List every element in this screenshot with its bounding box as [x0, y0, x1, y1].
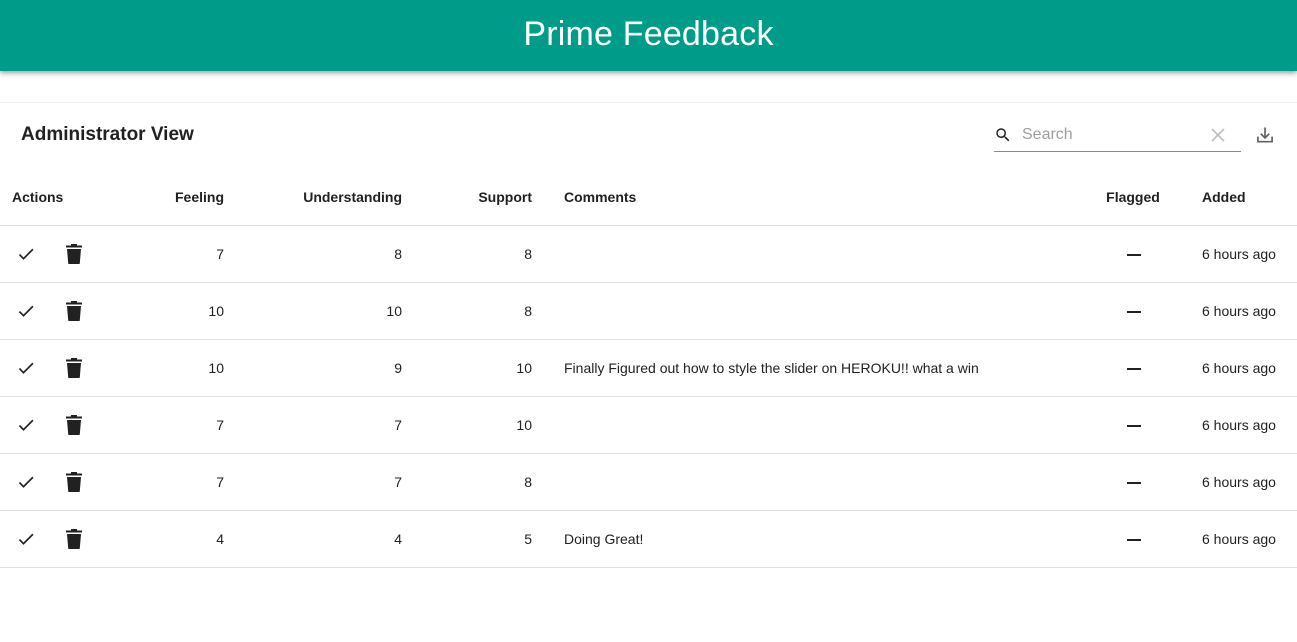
comments-cell: [532, 453, 1064, 511]
added-cell: 6 hours ago: [1202, 396, 1297, 454]
delete-icon[interactable]: [65, 358, 83, 378]
understanding-cell: 7: [224, 396, 402, 454]
not-flagged-dash-icon: [1127, 425, 1141, 428]
check-icon[interactable]: [16, 244, 36, 264]
delete-icon[interactable]: [65, 529, 83, 549]
added-cell: 6 hours ago: [1202, 339, 1297, 397]
table-header-row: Actions Feeling Understanding Support Co…: [0, 168, 1297, 226]
feeling-cell: 7: [124, 225, 224, 283]
flagged-cell: [1064, 510, 1202, 568]
column-header-actions: Actions: [0, 168, 124, 226]
added-cell: 6 hours ago: [1202, 453, 1297, 511]
column-header-understanding[interactable]: Understanding: [224, 168, 402, 226]
table-row: 10 9 10 Finally Figured out how to style…: [0, 339, 1297, 397]
actions-cell: [0, 339, 124, 397]
added-cell: 6 hours ago: [1202, 282, 1297, 340]
comments-cell: [532, 282, 1064, 340]
delete-icon[interactable]: [65, 244, 83, 264]
check-icon[interactable]: [16, 358, 36, 378]
table-toolbar: Administrator View: [0, 103, 1297, 168]
added-cell: 6 hours ago: [1202, 510, 1297, 568]
not-flagged-dash-icon: [1127, 254, 1141, 257]
comments-cell: [532, 396, 1064, 454]
flagged-cell: [1064, 282, 1202, 340]
flagged-cell: [1064, 396, 1202, 454]
actions-cell: [0, 282, 124, 340]
support-cell: 8: [402, 282, 532, 340]
feeling-cell: 10: [124, 339, 224, 397]
page-title: Administrator View: [21, 124, 194, 145]
search-input[interactable]: [1022, 124, 1202, 146]
flagged-cell: [1064, 339, 1202, 397]
understanding-cell: 4: [224, 510, 402, 568]
column-header-added[interactable]: Added: [1202, 168, 1297, 226]
not-flagged-dash-icon: [1127, 368, 1141, 371]
table-row: 4 4 5 Doing Great! 6 hours ago: [0, 510, 1297, 568]
actions-cell: [0, 396, 124, 454]
not-flagged-dash-icon: [1127, 539, 1141, 542]
app-bar: Prime Feedback: [0, 0, 1297, 71]
admin-table-panel: Administrator View Actions Feeling Under…: [0, 102, 1297, 573]
export-icon[interactable]: [1255, 125, 1275, 145]
check-icon[interactable]: [16, 301, 36, 321]
search-icon: [996, 128, 1010, 142]
column-header-support[interactable]: Support: [402, 168, 532, 226]
feeling-cell: 10: [124, 282, 224, 340]
not-flagged-dash-icon: [1127, 311, 1141, 314]
delete-icon[interactable]: [65, 415, 83, 435]
comments-cell: [532, 225, 1064, 283]
flagged-cell: [1064, 453, 1202, 511]
support-cell: 8: [402, 453, 532, 511]
feeling-cell: 4: [124, 510, 224, 568]
table-row: 7 8 8 6 hours ago: [0, 225, 1297, 283]
support-cell: 5: [402, 510, 532, 568]
check-icon[interactable]: [16, 472, 36, 492]
support-cell: 8: [402, 225, 532, 283]
flagged-cell: [1064, 225, 1202, 283]
understanding-cell: 8: [224, 225, 402, 283]
table-row: 7 7 10 6 hours ago: [0, 396, 1297, 454]
comments-cell: Doing Great!: [532, 510, 1064, 568]
clear-search-icon[interactable]: [1211, 128, 1225, 142]
support-cell: 10: [402, 396, 532, 454]
search-field[interactable]: [994, 118, 1241, 152]
delete-icon[interactable]: [65, 301, 83, 321]
delete-icon[interactable]: [65, 472, 83, 492]
table-row: 10 10 8 6 hours ago: [0, 282, 1297, 340]
table-row: 7 7 8 6 hours ago: [0, 453, 1297, 511]
feedback-table: Actions Feeling Understanding Support Co…: [0, 168, 1297, 568]
actions-cell: [0, 225, 124, 283]
understanding-cell: 10: [224, 282, 402, 340]
check-icon[interactable]: [16, 529, 36, 549]
understanding-cell: 7: [224, 453, 402, 511]
support-cell: 10: [402, 339, 532, 397]
column-header-flagged[interactable]: Flagged: [1064, 168, 1202, 226]
added-cell: 6 hours ago: [1202, 225, 1297, 283]
comments-cell: Finally Figured out how to style the sli…: [532, 339, 1064, 397]
feeling-cell: 7: [124, 453, 224, 511]
column-header-comments[interactable]: Comments: [532, 168, 1064, 226]
actions-cell: [0, 453, 124, 511]
check-icon[interactable]: [16, 415, 36, 435]
not-flagged-dash-icon: [1127, 482, 1141, 485]
understanding-cell: 9: [224, 339, 402, 397]
column-header-feeling[interactable]: Feeling: [124, 168, 224, 226]
app-title: Prime Feedback: [523, 15, 774, 53]
feeling-cell: 7: [124, 396, 224, 454]
actions-cell: [0, 510, 124, 568]
